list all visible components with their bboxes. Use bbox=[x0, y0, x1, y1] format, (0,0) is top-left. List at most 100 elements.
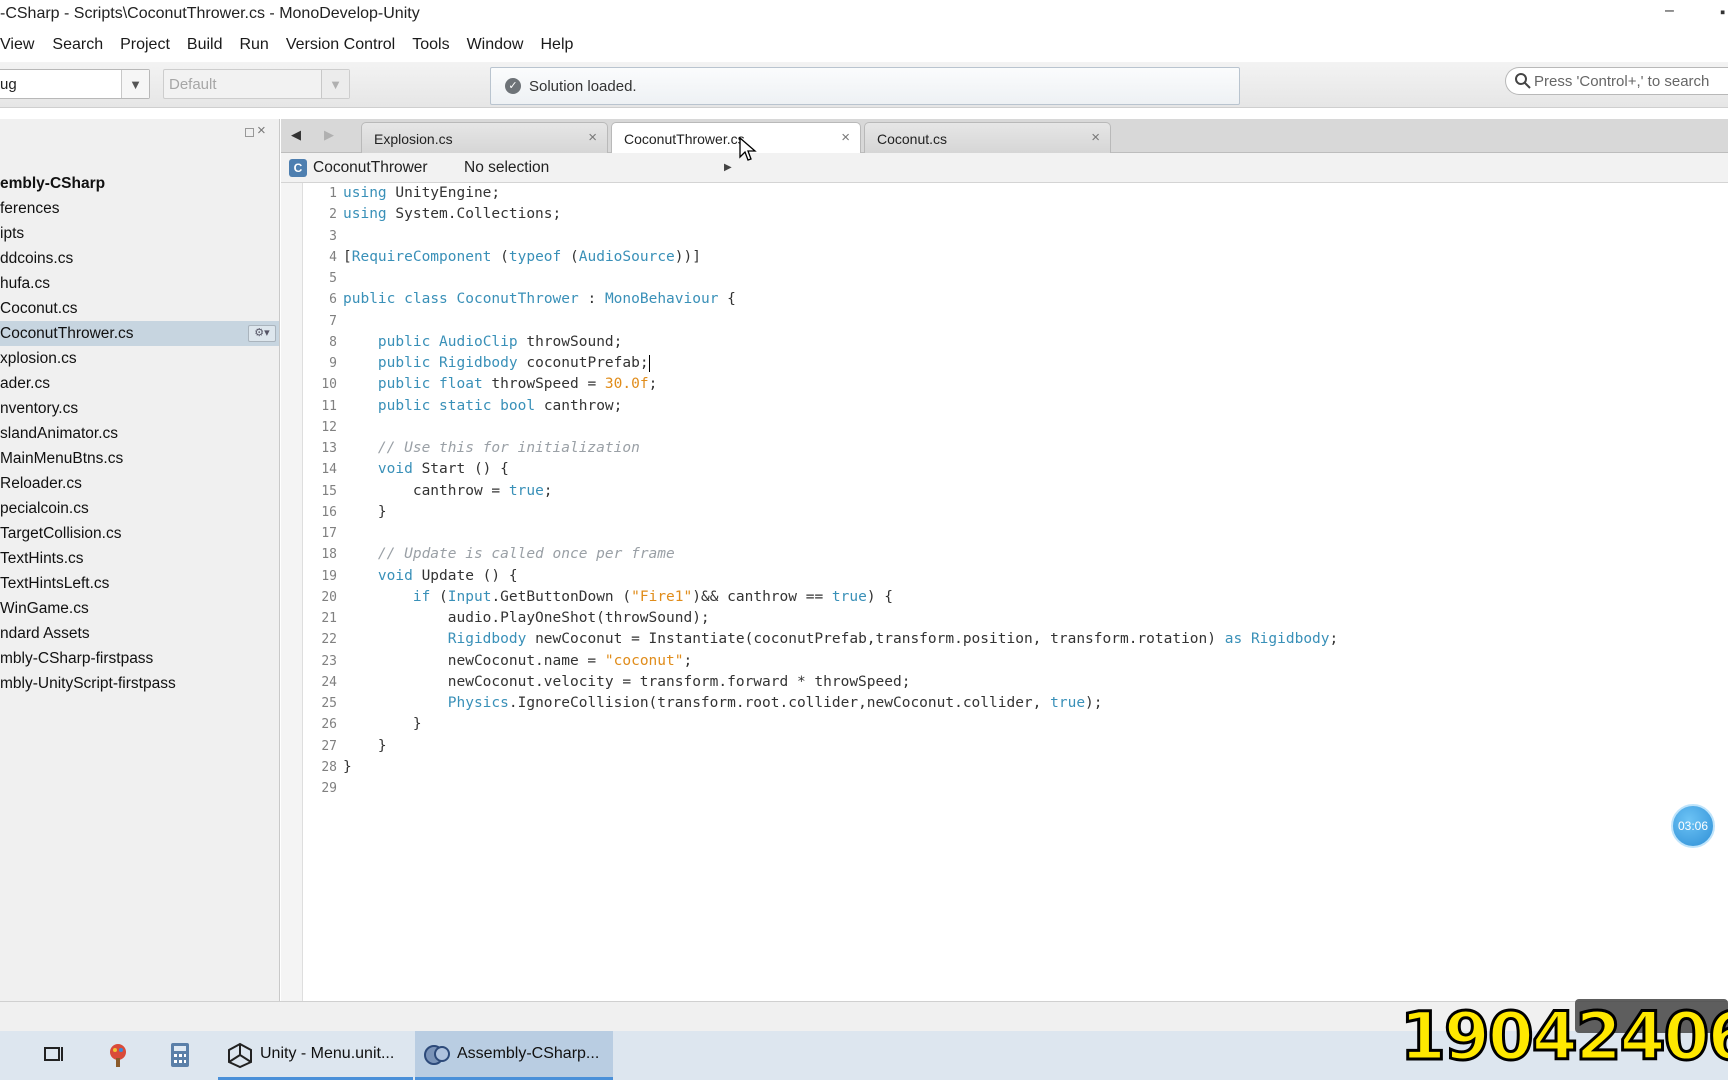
code-line[interactable]: 13 // Use this for initialization bbox=[303, 438, 1728, 459]
tree-item[interactable]: mbly-UnityScript-firstpass bbox=[0, 671, 279, 696]
close-icon[interactable]: × bbox=[1091, 129, 1100, 146]
previous-tab-icon[interactable]: ◀ bbox=[291, 127, 301, 143]
code-line[interactable]: 1 using UnityEngine; bbox=[303, 183, 1728, 204]
tree-item[interactable]: nventory.cs bbox=[0, 396, 279, 421]
breadcrumb-member[interactable]: No selection bbox=[464, 159, 549, 177]
close-icon[interactable]: × bbox=[841, 129, 850, 146]
menu-view[interactable]: View bbox=[0, 36, 34, 54]
code-line[interactable]: 11 public static bool canthrow; bbox=[303, 396, 1728, 417]
menu-window[interactable]: Window bbox=[467, 36, 524, 54]
tree-item[interactable]: MainMenuBtns.cs bbox=[0, 446, 279, 471]
code-line[interactable]: 6 public class CoconutThrower : MonoBehav… bbox=[303, 289, 1728, 310]
taskbar-app-unity[interactable]: Unity - Menu.unit... bbox=[218, 1031, 413, 1080]
gear-icon[interactable]: ⚙▾ bbox=[248, 325, 276, 342]
search-box[interactable] bbox=[1505, 67, 1728, 95]
code-line[interactable]: 19 void Update () { bbox=[303, 566, 1728, 587]
tree-item[interactable]: pecialcoin.cs bbox=[0, 496, 279, 521]
line-number: 26 bbox=[321, 717, 337, 733]
line-number: 7 bbox=[329, 313, 337, 329]
code-line[interactable]: 8 public AudioClip throwSound; bbox=[303, 332, 1728, 353]
line-number: 25 bbox=[321, 696, 337, 711]
code-line[interactable]: 9 public Rigidbody coconutPrefab; bbox=[303, 353, 1728, 374]
code-line[interactable]: 17 bbox=[303, 523, 1728, 544]
code-line[interactable]: 10 public float throwSpeed = 30.0f; bbox=[303, 374, 1728, 395]
code-line[interactable]: 18 // Update is called once per frame bbox=[303, 544, 1728, 565]
platform-combo[interactable]: Default ▼ bbox=[163, 69, 350, 99]
code-line[interactable]: 12 bbox=[303, 417, 1728, 438]
tree-item[interactable]: TextHints.cs bbox=[0, 546, 279, 571]
line-number: 24 bbox=[321, 674, 337, 690]
tab-coconut[interactable]: Coconut.cs × bbox=[864, 122, 1111, 153]
menu-help[interactable]: Help bbox=[540, 36, 573, 54]
code-line[interactable]: 27 } bbox=[303, 736, 1728, 757]
code-line[interactable]: 20 if (Input.GetButtonDown ("Fire1")&& c… bbox=[303, 587, 1728, 608]
tree-item[interactable]: ddcoins.cs bbox=[0, 246, 279, 271]
paint-icon[interactable] bbox=[104, 1041, 132, 1069]
tree-item[interactable]: mbly-CSharp-firstpass bbox=[0, 646, 279, 671]
code-line[interactable]: 29 bbox=[303, 778, 1728, 799]
tree-item[interactable]: ferences bbox=[0, 196, 279, 221]
tree-item[interactable]: hufa.cs bbox=[0, 271, 279, 296]
tab-explosion[interactable]: Explosion.cs × bbox=[361, 122, 608, 153]
code-line[interactable]: 21 audio.PlayOneShot(throwSound); bbox=[303, 608, 1728, 629]
code-line[interactable]: 25 Physics.IgnoreCollision(transform.roo… bbox=[303, 693, 1728, 714]
document-tabs: ◀ ▶ Explosion.cs × CoconutThrower.cs × C… bbox=[281, 119, 1728, 154]
line-number: 6 bbox=[329, 292, 337, 308]
code-line[interactable]: 23 newCoconut.name = "coconut"; bbox=[303, 651, 1728, 672]
tree-item[interactable]: embly-CSharp bbox=[0, 171, 279, 196]
monodevelop-icon bbox=[424, 1045, 450, 1065]
tree-item[interactable]: CoconutThrower.cs ⚙▾ bbox=[0, 321, 279, 346]
maximize-button[interactable]: ▪ bbox=[1720, 4, 1728, 20]
tree-item-label: MainMenuBtns.cs bbox=[0, 450, 124, 467]
tree-item[interactable]: WinGame.cs bbox=[0, 596, 279, 621]
tree-item[interactable]: xplosion.cs bbox=[0, 346, 279, 371]
code-line[interactable]: 2 using System.Collections; bbox=[303, 204, 1728, 225]
tree-item[interactable]: ndard Assets bbox=[0, 621, 279, 646]
code-text: } bbox=[343, 758, 352, 775]
watermark-number: 19042406 bbox=[1399, 997, 1728, 1077]
dock-icon[interactable] bbox=[245, 128, 254, 137]
tab-coconutthrower[interactable]: CoconutThrower.cs × bbox=[611, 122, 861, 154]
tree-item[interactable]: Reloader.cs bbox=[0, 471, 279, 496]
code-line[interactable]: 24 newCoconut.velocity = transform.forwa… bbox=[303, 672, 1728, 693]
code-line[interactable]: 26 } bbox=[303, 714, 1728, 735]
code-line[interactable]: 22 Rigidbody newCoconut = Instantiate(co… bbox=[303, 629, 1728, 650]
next-tab-icon[interactable]: ▶ bbox=[324, 127, 334, 143]
menu-version-control[interactable]: Version Control bbox=[286, 36, 395, 54]
tree-item[interactable]: TextHintsLeft.cs bbox=[0, 571, 279, 596]
code-line[interactable]: 28} bbox=[303, 757, 1728, 778]
menu-build[interactable]: Build bbox=[187, 36, 223, 54]
search-icon bbox=[1515, 73, 1531, 89]
code-area[interactable]: 1 using UnityEngine; 2 using System.Collect… bbox=[303, 183, 1728, 799]
configuration-combo[interactable]: ug ▼ bbox=[0, 69, 150, 99]
close-icon[interactable]: × bbox=[588, 129, 597, 146]
code-line[interactable]: 5 bbox=[303, 268, 1728, 289]
search-input[interactable] bbox=[1534, 71, 1724, 91]
menu-search[interactable]: Search bbox=[52, 36, 103, 54]
tree-item-label: hufa.cs bbox=[0, 275, 50, 292]
calculator-icon[interactable] bbox=[166, 1041, 194, 1069]
menu-tools[interactable]: Tools bbox=[412, 36, 449, 54]
task-view-icon[interactable] bbox=[40, 1041, 68, 1069]
menu-run[interactable]: Run bbox=[239, 36, 268, 54]
code-editor[interactable]: 1 using UnityEngine; 2 using System.Collect… bbox=[281, 183, 1728, 1001]
code-line[interactable]: 16 } bbox=[303, 502, 1728, 523]
tree-item[interactable]: slandAnimator.cs bbox=[0, 421, 279, 446]
minimize-button[interactable]: – bbox=[1665, 2, 1674, 20]
code-line[interactable]: 3 bbox=[303, 226, 1728, 247]
code-line[interactable]: 4 [RequireComponent (typeof (AudioSource)… bbox=[303, 247, 1728, 268]
tree-item[interactable]: TargetCollision.cs bbox=[0, 521, 279, 546]
line-number: 1 bbox=[329, 186, 337, 201]
close-icon[interactable]: × bbox=[257, 122, 266, 139]
taskbar-app-monodevelop[interactable]: Assembly-CSharp... bbox=[415, 1031, 613, 1080]
tree-item[interactable]: Coconut.cs bbox=[0, 296, 279, 321]
code-line[interactable]: 14 void Start () { bbox=[303, 459, 1728, 480]
menu-project[interactable]: Project bbox=[120, 36, 170, 54]
check-icon: ✓ bbox=[505, 78, 521, 94]
tree-item[interactable]: ader.cs bbox=[0, 371, 279, 396]
breadcrumb-class[interactable]: CoconutThrower bbox=[313, 159, 428, 177]
platform-value: Default bbox=[169, 76, 217, 93]
code-line[interactable]: 15 canthrow = true; bbox=[303, 481, 1728, 502]
tree-item[interactable]: ipts bbox=[0, 221, 279, 246]
code-line[interactable]: 7 bbox=[303, 311, 1728, 332]
